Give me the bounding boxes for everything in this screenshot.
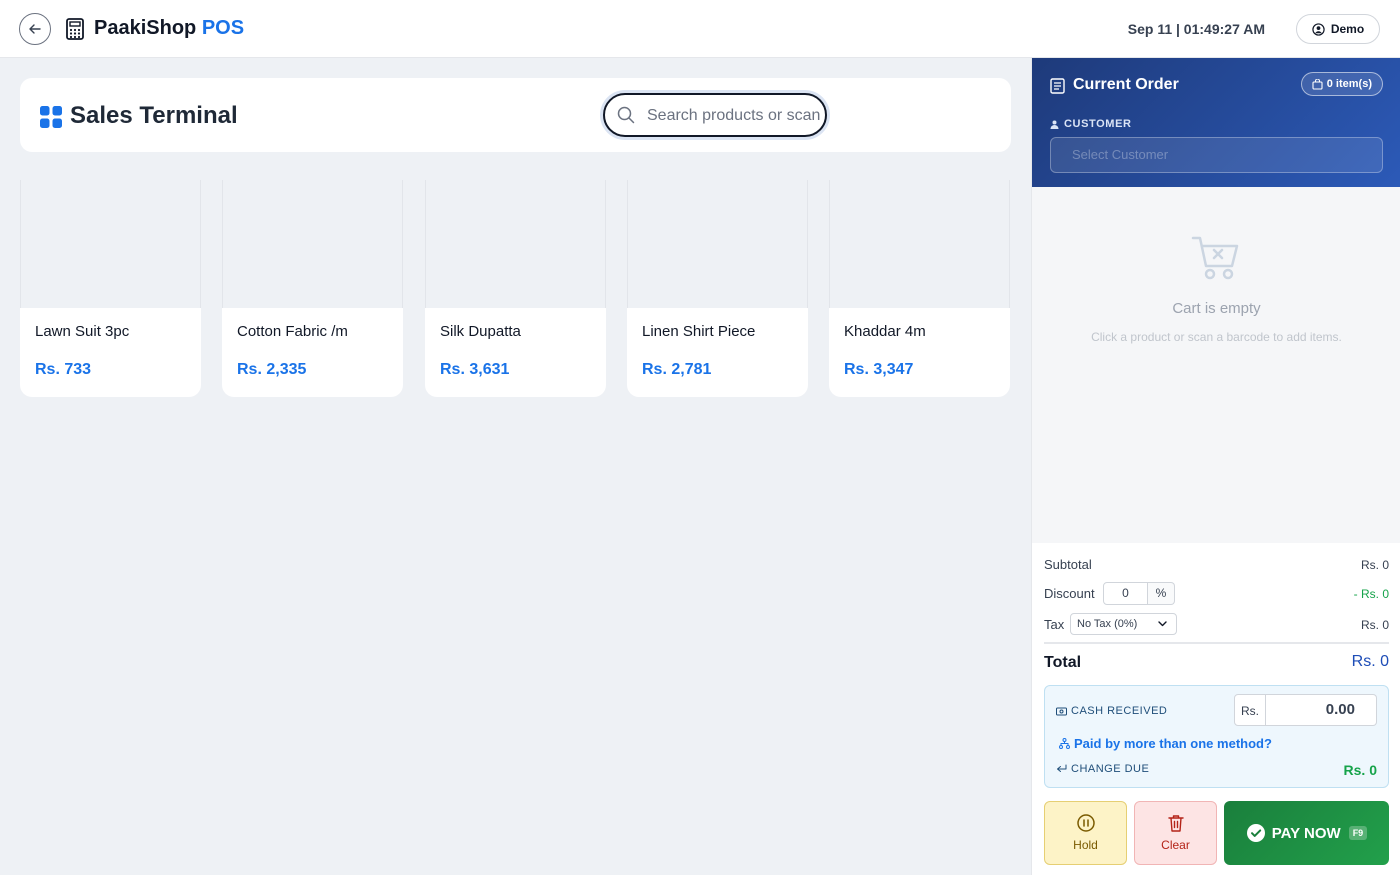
cash-received-text: CASH RECEIVED <box>1071 705 1168 717</box>
brand-suffix: POS <box>201 17 245 39</box>
order-title: Current Order <box>1073 76 1179 93</box>
product-image <box>829 180 1010 308</box>
product-card[interactable]: Linen Shirt Piece Rs. 2,781 <box>627 180 808 397</box>
search-input[interactable] <box>647 104 825 128</box>
user-menu-button[interactable]: Demo <box>1296 14 1380 44</box>
subtotal-label: Subtotal <box>1044 557 1092 572</box>
check-circle-icon <box>1246 824 1265 842</box>
product-card[interactable]: Khaddar 4m Rs. 3,347 <box>829 180 1010 397</box>
calculator-icon <box>66 18 84 40</box>
discount-value: - Rs. 0 <box>1353 587 1389 601</box>
user-name: Demo <box>1330 22 1365 36</box>
tax-label: Tax <box>1044 617 1065 632</box>
product-price: Rs. 733 <box>35 361 92 378</box>
product-price: Rs. 3,631 <box>440 361 510 378</box>
product-name: Cotton Fabric /m <box>237 323 348 340</box>
totals-divider <box>1044 642 1389 644</box>
pay-now-button[interactable]: PAY NOW F9 <box>1224 801 1389 865</box>
total-label: Total <box>1044 654 1082 671</box>
cash-received-input[interactable]: 0.00 <box>1266 694 1377 726</box>
receipt-icon <box>1050 78 1065 94</box>
clear-label: Clear <box>1161 838 1190 852</box>
cart-empty-title: Cart is empty <box>1172 300 1261 317</box>
clear-button[interactable]: Clear <box>1134 801 1217 865</box>
discount-input[interactable]: 0 <box>1103 582 1148 605</box>
product-name: Lawn Suit 3pc <box>35 323 130 340</box>
pay-shortcut-badge: F9 <box>1348 826 1368 840</box>
product-price: Rs. 2,781 <box>642 361 712 378</box>
terminal-header: Sales Terminal <box>20 78 1011 152</box>
cash-currency: Rs. <box>1234 694 1266 726</box>
hold-button[interactable]: Hold <box>1044 801 1127 865</box>
chevron-down-icon <box>1158 621 1167 627</box>
customer-label-text: CUSTOMER <box>1064 118 1132 130</box>
pay-now-label: PAY NOW <box>1271 824 1341 842</box>
person-icon <box>1050 120 1059 129</box>
bag-icon <box>1312 78 1323 90</box>
items-badge: 0 item(s) <box>1300 72 1383 96</box>
grid-icon <box>40 106 62 128</box>
change-due-value: Rs. 0 <box>1343 762 1377 778</box>
order-header: Current Order 0 item(s) CUSTOMER Select … <box>1032 58 1400 187</box>
product-name: Silk Dupatta <box>440 323 521 340</box>
change-due-text: CHANGE DUE <box>1071 763 1150 775</box>
product-price: Rs. 3,347 <box>844 361 914 378</box>
order-panel: Current Order 0 item(s) CUSTOMER Select … <box>1031 58 1400 875</box>
hold-label: Hold <box>1073 838 1098 852</box>
product-image <box>425 180 606 308</box>
cart-empty-hint: Click a product or scan a barcode to add… <box>1091 330 1342 344</box>
total-value: Rs. 0 <box>1351 653 1389 670</box>
product-card[interactable]: Silk Dupatta Rs. 3,631 <box>425 180 606 397</box>
trash-icon <box>1167 815 1184 832</box>
brand-name: PaakiShop <box>94 17 197 39</box>
customer-label: CUSTOMER <box>1050 118 1132 130</box>
cart-area: Cart is empty Click a product or scan a … <box>1032 187 1400 543</box>
order-actions: Hold Clear PAY NOW F9 <box>1032 800 1400 866</box>
product-price: Rs. 2,335 <box>237 361 307 378</box>
product-image <box>20 180 201 308</box>
tax-select[interactable]: No Tax (0%) <box>1070 613 1177 635</box>
product-image <box>627 180 808 308</box>
split-icon <box>1059 738 1070 749</box>
product-card[interactable]: Cotton Fabric /m Rs. 2,335 <box>222 180 403 397</box>
cash-icon <box>1056 707 1067 715</box>
items-count: 0 item(s) <box>1326 78 1372 90</box>
return-arrow-icon <box>1057 764 1067 772</box>
change-due-label: CHANGE DUE <box>1056 763 1149 775</box>
split-link-text: Paid by more than one method? <box>1074 736 1272 751</box>
split-payment-link[interactable]: Paid by more than one method? <box>1059 736 1272 751</box>
cash-received-label: CASH RECEIVED <box>1056 705 1167 717</box>
clock: Sep 11 | 01:49:27 AM <box>1127 21 1265 37</box>
top-bar: PaakiShop POS Sep 11 | 01:49:27 AM Demo <box>0 0 1400 58</box>
product-card[interactable]: Lawn Suit 3pc Rs. 733 <box>20 180 201 397</box>
cash-box: CASH RECEIVED Rs. 0.00 Paid by more than… <box>1044 685 1389 788</box>
user-circle-icon <box>1312 22 1325 36</box>
search-icon <box>617 106 635 124</box>
app-brand: PaakiShop POS <box>94 17 244 40</box>
product-name: Khaddar 4m <box>844 323 926 340</box>
discount-unit-toggle[interactable]: % <box>1148 582 1175 605</box>
product-name: Linen Shirt Piece <box>642 323 756 340</box>
discount-label: Discount <box>1044 586 1095 601</box>
subtotal-value: Rs. 0 <box>1360 558 1389 572</box>
arrow-left-icon <box>29 24 41 34</box>
back-button[interactable] <box>19 13 51 45</box>
tax-value: Rs. 0 <box>1360 618 1389 632</box>
page-title: Sales Terminal <box>70 102 238 129</box>
empty-cart-icon <box>1191 236 1239 280</box>
search-box[interactable] <box>603 93 827 137</box>
customer-select[interactable]: Select Customer <box>1050 137 1383 173</box>
product-image <box>222 180 403 308</box>
tax-option: No Tax (0%) <box>1077 618 1138 630</box>
pause-circle-icon <box>1076 814 1095 832</box>
